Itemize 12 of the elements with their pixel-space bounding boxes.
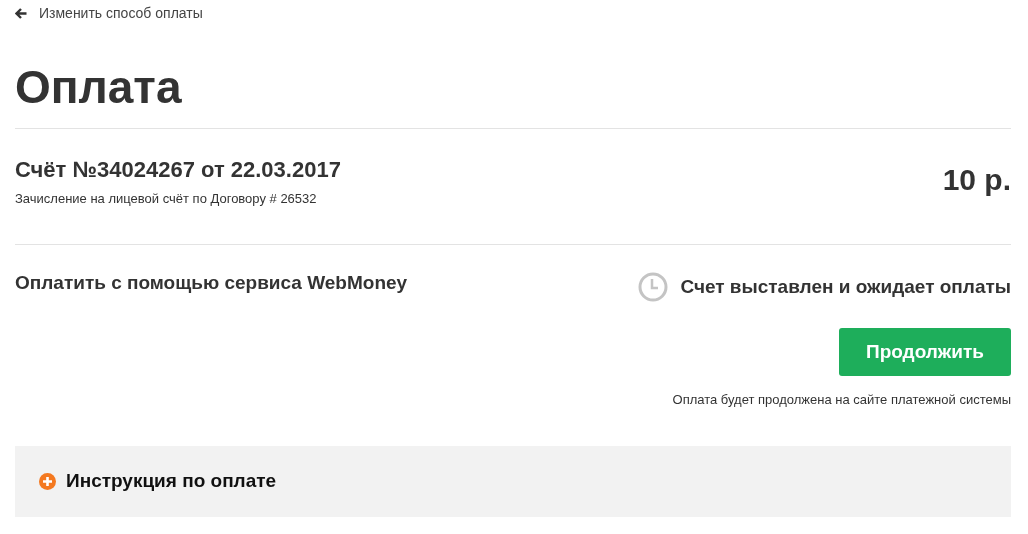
invoice-description: Зачисление на лицевой счёт по Договору # 26532: [15, 190, 318, 206]
invoice-amount: 10 р.: [942, 162, 1011, 198]
instructions-toggle[interactable]: Инструкция по оплате: [15, 445, 1011, 517]
payment-method: Оплатить с помощью сервиса WebMoney: [15, 271, 408, 295]
invoice-title: Счёт №34024267 от 22.03.2017: [15, 155, 341, 184]
payment-note: Оплата будет продолжена на сайте платежной системы: [672, 391, 1011, 407]
clock-icon: [638, 271, 669, 302]
back-link[interactable]: Изменить способ оплаты: [15, 5, 203, 21]
payment-status: Счет выставлен и ожидает оплаты: [680, 275, 1011, 298]
arrow-left-icon: [15, 7, 27, 19]
plus-icon: [39, 472, 56, 490]
page-title: Оплата: [15, 58, 1011, 129]
